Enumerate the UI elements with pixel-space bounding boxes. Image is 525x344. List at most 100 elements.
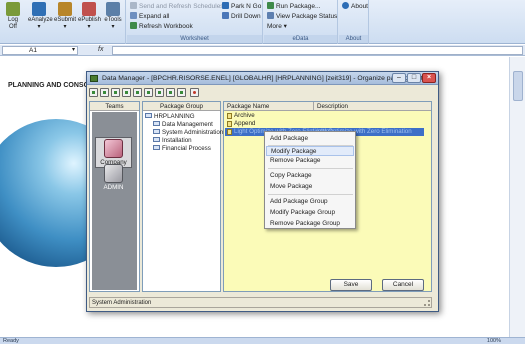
park-n-go-label: Park N Go (231, 3, 262, 10)
ribbon: Log Off eAnalyze ▾ eSubmit ▾ ePublish ▾ … (0, 0, 525, 44)
eanalyze-icon (32, 2, 46, 16)
send-refresh-schedules-button[interactable]: Send and Refresh Schedules (130, 2, 224, 11)
folder-icon (153, 145, 160, 150)
export-icon[interactable] (155, 88, 164, 97)
maximize-icon[interactable]: □ (407, 73, 421, 83)
menu-move-package[interactable]: Move Package (266, 182, 354, 192)
function-icon[interactable]: fx (98, 46, 103, 53)
zoom-level[interactable]: 100% (487, 338, 501, 344)
formula-input[interactable] (112, 46, 523, 55)
close-icon[interactable]: × (422, 73, 436, 83)
epublish-button[interactable]: ePublish ▾ (78, 2, 101, 31)
description-column-header[interactable]: Description (313, 102, 348, 111)
folder-icon (145, 113, 152, 118)
menu-add-package[interactable]: Add Package (266, 134, 354, 144)
folder-icon (153, 129, 160, 134)
name-box[interactable]: A1 ▾ (2, 46, 78, 55)
menu-copy-package[interactable]: Copy Package (266, 171, 354, 181)
park-n-go-button[interactable]: Park N Go (222, 2, 261, 11)
refresh-workbook-button[interactable]: Refresh Workbook (130, 22, 193, 31)
team-admin[interactable]: ADMIN (95, 164, 132, 191)
tree-item-system-administration[interactable]: System Administration (145, 129, 223, 137)
about-button[interactable]: About (342, 2, 368, 11)
menu-remove-package-group[interactable]: Remove Package Group (266, 219, 354, 229)
admin-cube-icon (104, 164, 123, 183)
log-off-button[interactable]: Log Off (2, 2, 24, 31)
cell-reference: A1 (29, 47, 37, 54)
package-list-header: Package Name Description (224, 102, 431, 111)
send-icon (130, 2, 137, 9)
move-icon[interactable] (133, 88, 142, 97)
log-off-label: Log (7, 17, 18, 23)
menu-remove-package[interactable]: Remove Package (266, 156, 354, 166)
chevron-down-icon[interactable]: ▾ (72, 47, 75, 54)
package-row-archive[interactable]: Archive (225, 112, 255, 120)
package-row-append[interactable]: Append (225, 120, 255, 128)
edata-group-label: eData (264, 35, 337, 43)
tree-item-label: Data Management (162, 121, 213, 128)
dialog-status-text: System Administration (92, 300, 152, 306)
tree-item-installation[interactable]: Installation (145, 137, 223, 145)
view-package-status-label: View Package Status (276, 13, 338, 20)
formula-bar: A1 ▾ fx (0, 45, 525, 56)
log-off-label-2: Off (9, 24, 17, 30)
tree-root[interactable]: HRPLANNING (145, 113, 223, 121)
package-icon (227, 121, 232, 127)
menu-add-package-group[interactable]: Add Package Group (266, 197, 354, 207)
dialog-status-bar: System Administration (89, 297, 432, 308)
tree-item-financial-process[interactable]: Financial Process (145, 145, 223, 153)
company-cube-icon (104, 139, 123, 158)
package-name-column-header[interactable]: Package Name (227, 102, 269, 111)
status-bar: Ready 100% (0, 337, 525, 344)
copy-icon[interactable] (122, 88, 131, 97)
data-manager-dialog: Data Manager - [BPCHR.RISORSE.ENEL] [GLO… (86, 71, 439, 312)
new-package-icon[interactable] (89, 88, 98, 97)
etools-label: eTools (104, 17, 122, 23)
app-icon (90, 75, 98, 82)
delete-icon[interactable] (144, 88, 153, 97)
tree-item-label: Installation (162, 137, 192, 144)
menu-modify-package[interactable]: Modify Package (266, 146, 354, 156)
view-package-status-button[interactable]: View Package Status (267, 12, 337, 21)
expand-all-button[interactable]: Expand all (130, 12, 169, 21)
ribbon-group-edata: Run Package... View Package Status More … (264, 0, 338, 44)
cancel-button[interactable]: Cancel (382, 279, 424, 291)
scrollbar-thumb[interactable] (513, 71, 523, 101)
teams-pane: Teams Company ADMIN (89, 101, 140, 292)
drill-down-button[interactable]: Drill Down (222, 12, 261, 21)
ribbon-group-about: About About (339, 0, 369, 44)
menu-modify-package-group[interactable]: Modify Package Group (266, 208, 354, 218)
package-name: Append (234, 120, 256, 127)
vertical-scrollbar[interactable] (509, 57, 525, 337)
eanalyze-button[interactable]: eAnalyze ▾ (28, 2, 53, 31)
edit-icon[interactable] (111, 88, 120, 97)
ribbon-group-worksheet: Send and Refresh Schedules Expand all Re… (127, 0, 263, 44)
tree-item-data-management[interactable]: Data Management (145, 121, 223, 129)
eanalyze-label: eAnalyze (28, 17, 53, 23)
log-off-icon (6, 2, 20, 16)
minimize-icon[interactable]: – (392, 73, 406, 83)
chevron-down-icon: ▾ (87, 24, 91, 30)
run-package-icon (267, 2, 274, 9)
team-label: ADMIN (103, 184, 124, 191)
drill-down-label: Drill Down (231, 13, 261, 20)
package-icon (227, 113, 232, 119)
chevron-down-icon: ▾ (63, 24, 67, 30)
properties-icon[interactable] (177, 88, 186, 97)
import-icon[interactable] (166, 88, 175, 97)
etools-icon (106, 2, 120, 16)
save-button[interactable]: Save (330, 279, 372, 291)
package-icon (227, 129, 232, 135)
chevron-down-icon: ▾ (37, 24, 41, 30)
folder-icon (153, 121, 160, 126)
etools-button[interactable]: eTools ▾ (102, 2, 124, 31)
refresh-icon[interactable] (190, 88, 199, 97)
run-package-button[interactable]: Run Package... (267, 2, 320, 11)
dialog-title-bar[interactable]: Data Manager - [BPCHR.RISORSE.ENEL] [GLO… (87, 72, 438, 85)
resize-grip-icon[interactable] (424, 300, 430, 306)
menu-separator (268, 194, 353, 195)
new-group-icon[interactable] (100, 88, 109, 97)
more-button[interactable]: More ▾ (267, 22, 287, 31)
esubmit-button[interactable]: eSubmit ▾ (54, 2, 76, 31)
tree-item-label: Financial Process (162, 145, 211, 152)
